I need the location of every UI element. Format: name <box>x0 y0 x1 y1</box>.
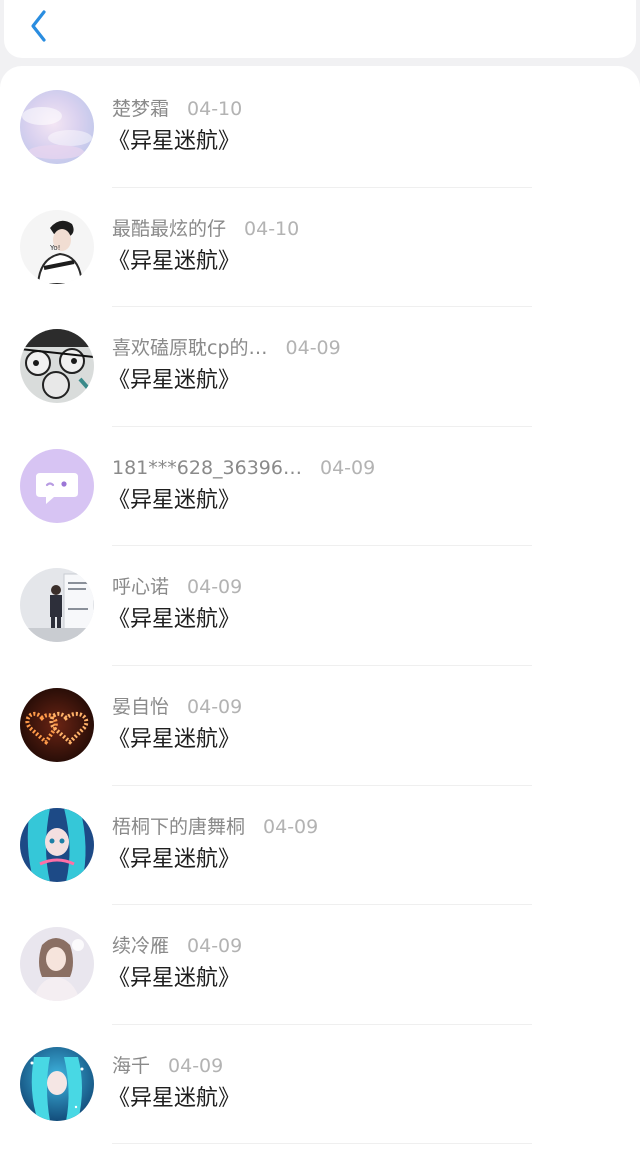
user-name[interactable]: 海千 <box>112 1055 150 1077</box>
user-name[interactable]: 楚梦霜 <box>112 98 169 120</box>
user-name[interactable]: 晏自怡 <box>112 696 169 718</box>
list-item[interactable]: 呼心诺 04-09 《异星迷航》 <box>0 546 640 666</box>
timestamp: 04-09 <box>319 456 376 479</box>
user-name[interactable]: 最酷最炫的仔 <box>112 218 226 240</box>
avatar[interactable] <box>20 329 94 404</box>
avatar[interactable] <box>20 448 94 523</box>
list-item[interactable]: 梧桐下的唐舞桐 04-09 《异星迷航》 <box>0 786 640 906</box>
avatar[interactable] <box>20 807 94 882</box>
list-item[interactable]: 续冷雁 04-09 《异星迷航》 <box>0 905 640 1025</box>
user-name[interactable]: 181***628_36396… <box>112 457 302 479</box>
timestamp: 04-10 <box>187 98 243 120</box>
book-title[interactable]: 《异星迷航》 <box>108 606 240 634</box>
user-name[interactable]: 梧桐下的唐舞桐 <box>112 816 245 838</box>
timestamp: 04-09 <box>285 337 341 360</box>
list-item[interactable]: 晏自怡 04-09 《异星迷航》 <box>0 666 640 786</box>
timestamp: 04-09 <box>187 695 243 718</box>
list-item[interactable]: 181***628_36396… 04-09 《异星迷航》 <box>0 427 640 547</box>
timestamp: 04-09 <box>168 1054 224 1077</box>
book-title[interactable]: 《异星迷航》 <box>108 367 240 395</box>
divider <box>112 1143 532 1145</box>
list-item[interactable]: 楚梦霜 04-10 《异星迷航》 <box>0 68 640 188</box>
book-title[interactable]: 《异星迷航》 <box>108 487 240 515</box>
avatar[interactable] <box>20 568 94 643</box>
book-title[interactable]: 《异星迷航》 <box>108 965 240 993</box>
book-title[interactable]: 《异星迷航》 <box>108 846 240 874</box>
avatar[interactable] <box>20 687 94 762</box>
top-bar <box>4 0 636 58</box>
timestamp: 04-09 <box>263 815 319 838</box>
avatar[interactable] <box>20 1046 94 1121</box>
avatar[interactable] <box>20 927 94 1002</box>
chevron-left-icon[interactable] <box>24 6 56 46</box>
list-item[interactable]: 海千 04-09 《异星迷航》 <box>0 1025 640 1145</box>
timestamp: 04-10 <box>244 217 300 240</box>
book-title[interactable]: 《异星迷航》 <box>108 248 240 276</box>
user-name[interactable]: 喜欢磕原耽cp的… <box>112 337 268 359</box>
avatar[interactable] <box>20 90 94 164</box>
list-item[interactable]: 喜欢磕原耽cp的… 04-09 《异星迷航》 <box>0 307 640 427</box>
svg-text:Yo!: Yo! <box>49 244 60 252</box>
avatar[interactable]: Yo! <box>20 209 94 284</box>
book-title[interactable]: 《异星迷航》 <box>108 1085 240 1113</box>
list-item[interactable]: Yo! 最酷最炫的仔 04-10 《异星迷航》 <box>0 188 640 308</box>
reader-list: 楚梦霜 04-10 《异星迷航》 Yo! 最酷最炫的仔 04-10 《异星迷航》 <box>0 66 640 1149</box>
book-title[interactable]: 《异星迷航》 <box>108 726 240 754</box>
user-name[interactable]: 呼心诺 <box>112 576 169 598</box>
timestamp: 04-09 <box>187 576 243 599</box>
user-name[interactable]: 续冷雁 <box>112 935 169 957</box>
timestamp: 04-09 <box>187 935 243 958</box>
book-title[interactable]: 《异星迷航》 <box>108 128 240 156</box>
